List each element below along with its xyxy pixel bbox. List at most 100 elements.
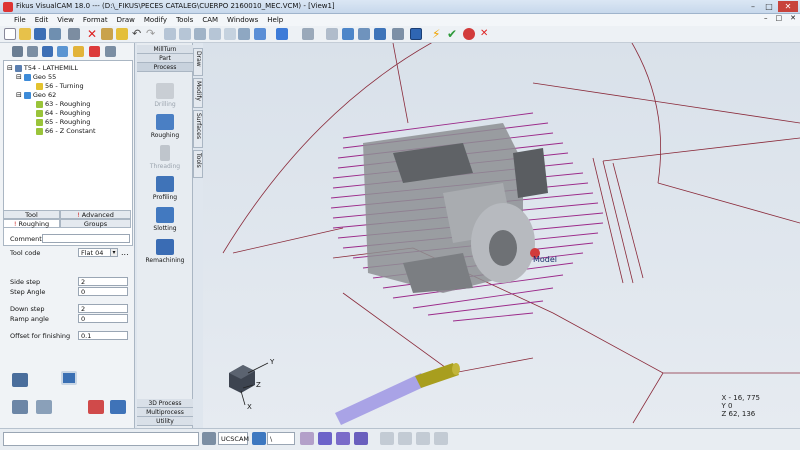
tree-item-roughing-65[interactable]: 65 - Roughing: [36, 118, 90, 126]
down-step-field[interactable]: 2: [78, 304, 128, 313]
vtab-draw[interactable]: Draw: [193, 48, 203, 76]
tab-part[interactable]: Part: [137, 54, 193, 63]
grid-icon[interactable]: [416, 432, 430, 445]
mdi-close-button[interactable]: ✕: [790, 14, 796, 22]
simulate-icon[interactable]: [342, 28, 354, 40]
comment-field[interactable]: [42, 234, 130, 243]
offset-field[interactable]: 0.1: [78, 331, 128, 340]
menu-format[interactable]: Format: [83, 16, 108, 24]
print-icon[interactable]: [49, 28, 61, 40]
pan-icon[interactable]: [224, 28, 236, 40]
process-roughing[interactable]: Roughing: [137, 114, 193, 139]
redo-icon[interactable]: ↷: [146, 28, 158, 40]
open-folder-icon[interactable]: [19, 28, 31, 40]
tree-save-icon[interactable]: [42, 46, 53, 57]
zoom-window-icon[interactable]: [179, 28, 191, 40]
save-icon[interactable]: [34, 28, 46, 40]
check-icon[interactable]: ✔: [447, 28, 459, 40]
tab-groups[interactable]: Groups: [60, 219, 131, 228]
tree-tool-icon[interactable]: [27, 46, 38, 57]
cancel-pointer-icon[interactable]: ✕: [480, 28, 492, 40]
ucs-select[interactable]: UCSCAM: [218, 432, 249, 445]
mdi-restore-button[interactable]: □: [776, 14, 783, 22]
close-button[interactable]: ✕: [778, 1, 798, 12]
rotate-icon[interactable]: [238, 28, 250, 40]
undo-icon[interactable]: ↶: [132, 28, 144, 40]
snap-2-icon[interactable]: [336, 432, 350, 445]
maximize-button[interactable]: □: [762, 1, 776, 12]
menu-help[interactable]: Help: [267, 16, 283, 24]
tree-item-geo-55[interactable]: ⊟ Geo 55: [16, 73, 56, 81]
axis-icon[interactable]: [326, 28, 338, 40]
tree-item-lathemill[interactable]: ⊟ T54 - LATHEMILL: [7, 64, 78, 72]
layout-icon[interactable]: [12, 373, 28, 387]
preview-icon[interactable]: [12, 400, 28, 414]
tab-roughing[interactable]: ! Roughing: [3, 219, 60, 228]
tab-millturn[interactable]: MillTurn: [137, 45, 193, 54]
tool-library-icon[interactable]: [392, 28, 404, 40]
snap-1-icon[interactable]: [318, 432, 332, 445]
menu-edit[interactable]: Edit: [35, 16, 49, 24]
vtab-tools[interactable]: Tools: [193, 150, 203, 178]
shading-icon[interactable]: [276, 28, 288, 40]
minimize-button[interactable]: –: [746, 1, 760, 12]
snap-3-icon[interactable]: [354, 432, 368, 445]
display-options-icon[interactable]: [410, 28, 422, 40]
mdi-minimize-button[interactable]: –: [764, 14, 768, 22]
process-slotting[interactable]: Slotting: [137, 207, 193, 232]
menu-modify[interactable]: Modify: [144, 16, 167, 24]
tree-filter-icon[interactable]: [12, 46, 23, 57]
view-cube-icon[interactable]: [254, 28, 266, 40]
delete-icon[interactable]: ✕: [86, 28, 98, 40]
menu-view[interactable]: View: [57, 16, 74, 24]
calculator-icon[interactable]: [61, 371, 77, 385]
3d-viewport[interactable]: Model Y Z X X - 16, 775 Y 0 Z 62, 136: [203, 43, 800, 428]
step-angle-field[interactable]: 0: [78, 287, 128, 296]
tab-tool[interactable]: Tool: [3, 210, 60, 219]
process-threading[interactable]: Threading: [137, 145, 193, 170]
lightning-icon[interactable]: ⚡: [432, 28, 444, 40]
polar-icon[interactable]: [398, 432, 412, 445]
ucs-icon[interactable]: [202, 432, 216, 445]
tree-item-roughing-63[interactable]: 63 - Roughing: [36, 100, 90, 108]
ortho-icon[interactable]: [380, 432, 394, 445]
command-input[interactable]: [3, 432, 199, 446]
process-remachining[interactable]: Remachining: [137, 239, 193, 264]
vtab-modify[interactable]: Modify: [193, 78, 203, 108]
tree-bulb-icon[interactable]: [73, 46, 84, 57]
layer-select[interactable]: \: [267, 432, 295, 445]
compute-icon[interactable]: [88, 400, 104, 414]
paste-icon[interactable]: [101, 28, 113, 40]
tree-item-z-constant[interactable]: 66 - Z Constant: [36, 127, 96, 135]
tree-chevron-icon[interactable]: [105, 46, 116, 57]
tab-utility[interactable]: Utility: [137, 417, 193, 426]
tree-stop-icon[interactable]: [89, 46, 100, 57]
side-step-field[interactable]: 2: [78, 277, 128, 286]
menu-tools[interactable]: Tools: [176, 16, 193, 24]
chevron-down-icon[interactable]: ▾: [110, 248, 118, 257]
tab-advanced[interactable]: ! Advanced: [60, 210, 131, 219]
menu-draw[interactable]: Draw: [117, 16, 135, 24]
tree-layers-icon[interactable]: [57, 46, 68, 57]
browse-button[interactable]: ...: [121, 248, 129, 257]
ramp-angle-field[interactable]: 0: [78, 314, 128, 323]
tree-item-geo-62[interactable]: ⊟ Geo 62: [16, 91, 56, 99]
measure-icon[interactable]: [302, 28, 314, 40]
tab-multiprocess[interactable]: Multiprocess: [137, 408, 193, 417]
zoom-extents-icon[interactable]: [194, 28, 206, 40]
list-icon[interactable]: [36, 400, 52, 414]
output-icon[interactable]: [110, 400, 126, 414]
post-icon[interactable]: [374, 28, 386, 40]
stop-icon[interactable]: [463, 28, 475, 40]
menu-cam[interactable]: CAM: [202, 16, 218, 24]
zoom-out-icon[interactable]: [209, 28, 221, 40]
tab-process[interactable]: Process: [137, 63, 193, 72]
menu-windows[interactable]: Windows: [227, 16, 258, 24]
layer-icon[interactable]: [252, 432, 266, 445]
filter-icon[interactable]: [300, 432, 314, 445]
tab-3d-process[interactable]: 3D Process: [137, 399, 193, 408]
zoom-in-icon[interactable]: [164, 28, 176, 40]
machine-icon[interactable]: [358, 28, 370, 40]
vtab-surfaces[interactable]: Surfaces: [193, 110, 203, 148]
clipboard-icon[interactable]: [116, 28, 128, 40]
